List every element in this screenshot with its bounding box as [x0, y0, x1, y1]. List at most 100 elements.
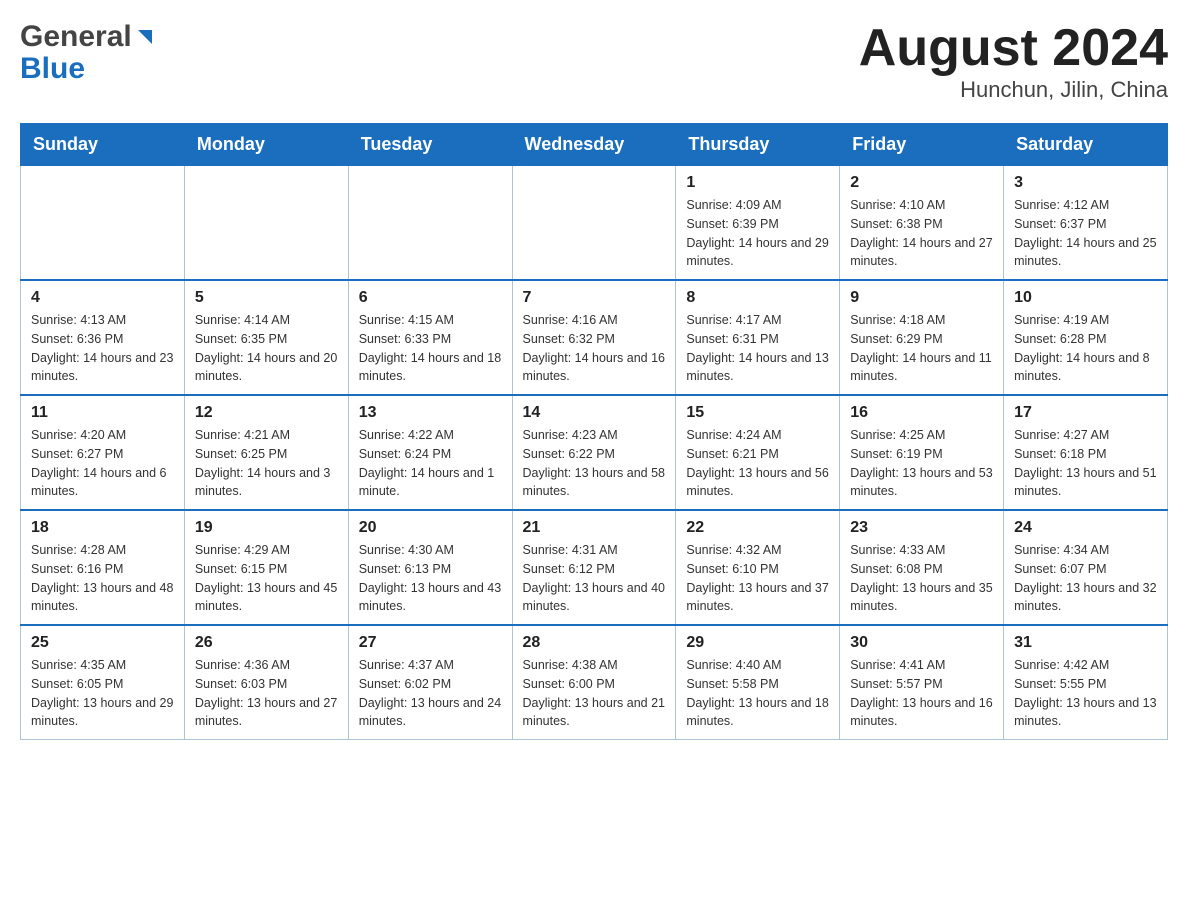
day-info: Sunrise: 4:19 AMSunset: 6:28 PMDaylight:… [1014, 311, 1157, 386]
day-number: 16 [850, 404, 993, 422]
calendar-cell [184, 166, 348, 281]
day-info: Sunrise: 4:38 AMSunset: 6:00 PMDaylight:… [523, 656, 666, 731]
calendar-cell: 11 Sunrise: 4:20 AMSunset: 6:27 PMDayligh… [21, 395, 185, 510]
day-info: Sunrise: 4:42 AMSunset: 5:55 PMDaylight:… [1014, 656, 1157, 731]
day-info: Sunrise: 4:30 AMSunset: 6:13 PMDaylight:… [359, 541, 502, 616]
day-info: Sunrise: 4:32 AMSunset: 6:10 PMDaylight:… [686, 541, 829, 616]
calendar-cell: 17Sunrise: 4:27 AMSunset: 6:18 PMDayligh… [1004, 395, 1168, 510]
day-number: 18 [31, 519, 174, 537]
day-info: Sunrise: 4:14 AMSunset: 6:35 PMDaylight:… [195, 311, 338, 386]
day-number: 1 [686, 174, 829, 192]
weekday-header-wednesday: Wednesday [512, 124, 676, 166]
day-number: 5 [195, 289, 338, 307]
day-number: 30 [850, 634, 993, 652]
title-section: August 2024 Hunchun, Jilin, China [859, 20, 1168, 103]
calendar-week-1: 1Sunrise: 4:09 AMSunset: 6:39 PMDaylight… [21, 166, 1168, 281]
day-number: 21 [523, 519, 666, 537]
calendar-cell: 28 Sunrise: 4:38 AMSunset: 6:00 PMDayligh… [512, 625, 676, 740]
weekday-header-row: SundayMondayTuesdayWednesdayThursdayFrid… [21, 124, 1168, 166]
day-number: 22 [686, 519, 829, 537]
calendar-cell: 24Sunrise: 4:34 AMSunset: 6:07 PMDayligh… [1004, 510, 1168, 625]
logo-triangle-icon [134, 26, 156, 48]
month-title: August 2024 [859, 20, 1168, 77]
calendar-cell: 31 Sunrise: 4:42 AMSunset: 5:55 PMDayligh… [1004, 625, 1168, 740]
day-number: 2 [850, 174, 993, 192]
day-number: 23 [850, 519, 993, 537]
day-info: Sunrise: 4:16 AMSunset: 6:32 PMDaylight:… [523, 311, 666, 386]
calendar-cell: 23 Sunrise: 4:33 AMSunset: 6:08 PMDayligh… [840, 510, 1004, 625]
calendar-cell: 6Sunrise: 4:15 AMSunset: 6:33 PMDaylight… [348, 280, 512, 395]
day-info: Sunrise: 4:31 AMSunset: 6:12 PMDaylight:… [523, 541, 666, 616]
day-number: 7 [523, 289, 666, 307]
day-info: Sunrise: 4:18 AMSunset: 6:29 PMDaylight:… [850, 311, 993, 386]
calendar-cell: 29 Sunrise: 4:40 AMSunset: 5:58 PMDayligh… [676, 625, 840, 740]
day-number: 4 [31, 289, 174, 307]
day-number: 14 [523, 404, 666, 422]
weekday-header-sunday: Sunday [21, 124, 185, 166]
calendar-cell: 9 Sunrise: 4:18 AMSunset: 6:29 PMDaylight… [840, 280, 1004, 395]
weekday-header-tuesday: Tuesday [348, 124, 512, 166]
day-info: Sunrise: 4:25 AMSunset: 6:19 PMDaylight:… [850, 426, 993, 501]
day-number: 19 [195, 519, 338, 537]
calendar-week-5: 25Sunrise: 4:35 AMSunset: 6:05 PMDayligh… [21, 625, 1168, 740]
day-number: 28 [523, 634, 666, 652]
day-number: 25 [31, 634, 174, 652]
weekday-header-friday: Friday [840, 124, 1004, 166]
day-info: Sunrise: 4:33 AMSunset: 6:08 PMDaylight:… [850, 541, 993, 616]
logo: General Blue [20, 20, 156, 84]
weekday-header-monday: Monday [184, 124, 348, 166]
calendar-cell: 4Sunrise: 4:13 AMSunset: 6:36 PMDaylight… [21, 280, 185, 395]
day-number: 31 [1014, 634, 1157, 652]
day-info: Sunrise: 4:41 AMSunset: 5:57 PMDaylight:… [850, 656, 993, 731]
day-info: Sunrise: 4:10 AMSunset: 6:38 PMDaylight:… [850, 196, 993, 271]
logo-general-text: General [20, 20, 132, 54]
day-number: 27 [359, 634, 502, 652]
calendar-cell: 2 Sunrise: 4:10 AMSunset: 6:38 PMDaylight… [840, 166, 1004, 281]
day-info: Sunrise: 4:12 AMSunset: 6:37 PMDaylight:… [1014, 196, 1157, 271]
location: Hunchun, Jilin, China [859, 77, 1168, 103]
day-info: Sunrise: 4:36 AMSunset: 6:03 PMDaylight:… [195, 656, 338, 731]
calendar-cell [512, 166, 676, 281]
day-info: Sunrise: 4:17 AMSunset: 6:31 PMDaylight:… [686, 311, 829, 386]
calendar-cell [348, 166, 512, 281]
calendar-cell: 10 Sunrise: 4:19 AMSunset: 6:28 PMDayligh… [1004, 280, 1168, 395]
calendar-cell: 22 Sunrise: 4:32 AMSunset: 6:10 PMDayligh… [676, 510, 840, 625]
day-info: Sunrise: 4:21 AMSunset: 6:25 PMDaylight:… [195, 426, 338, 501]
day-info: Sunrise: 4:29 AMSunset: 6:15 PMDaylight:… [195, 541, 338, 616]
day-number: 29 [686, 634, 829, 652]
day-number: 26 [195, 634, 338, 652]
calendar-cell [21, 166, 185, 281]
day-info: Sunrise: 4:37 AMSunset: 6:02 PMDaylight:… [359, 656, 502, 731]
day-info: Sunrise: 4:20 AMSunset: 6:27 PMDaylight:… [31, 426, 174, 501]
calendar-cell: 16 Sunrise: 4:25 AMSunset: 6:19 PMDayligh… [840, 395, 1004, 510]
day-number: 9 [850, 289, 993, 307]
day-info: Sunrise: 4:34 AMSunset: 6:07 PMDaylight:… [1014, 541, 1157, 616]
calendar-table: SundayMondayTuesdayWednesdayThursdayFrid… [20, 123, 1168, 740]
day-info: Sunrise: 4:22 AMSunset: 6:24 PMDaylight:… [359, 426, 502, 501]
calendar-cell: 3 Sunrise: 4:12 AMSunset: 6:37 PMDaylight… [1004, 166, 1168, 281]
calendar-cell: 14Sunrise: 4:23 AMSunset: 6:22 PMDayligh… [512, 395, 676, 510]
page-header: General Blue August 2024 Hunchun, Jilin,… [20, 20, 1168, 103]
calendar-week-4: 18Sunrise: 4:28 AMSunset: 6:16 PMDayligh… [21, 510, 1168, 625]
day-number: 3 [1014, 174, 1157, 192]
day-info: Sunrise: 4:40 AMSunset: 5:58 PMDaylight:… [686, 656, 829, 731]
day-info: Sunrise: 4:24 AMSunset: 6:21 PMDaylight:… [686, 426, 829, 501]
calendar-cell: 1Sunrise: 4:09 AMSunset: 6:39 PMDaylight… [676, 166, 840, 281]
calendar-week-3: 11 Sunrise: 4:20 AMSunset: 6:27 PMDayligh… [21, 395, 1168, 510]
day-number: 12 [195, 404, 338, 422]
calendar-week-2: 4Sunrise: 4:13 AMSunset: 6:36 PMDaylight… [21, 280, 1168, 395]
day-number: 6 [359, 289, 502, 307]
calendar-cell: 19 Sunrise: 4:29 AMSunset: 6:15 PMDayligh… [184, 510, 348, 625]
day-number: 20 [359, 519, 502, 537]
calendar-cell: 5 Sunrise: 4:14 AMSunset: 6:35 PMDaylight… [184, 280, 348, 395]
calendar-cell: 18Sunrise: 4:28 AMSunset: 6:16 PMDayligh… [21, 510, 185, 625]
calendar-cell: 8Sunrise: 4:17 AMSunset: 6:31 PMDaylight… [676, 280, 840, 395]
calendar-cell: 7 Sunrise: 4:16 AMSunset: 6:32 PMDaylight… [512, 280, 676, 395]
day-number: 10 [1014, 289, 1157, 307]
logo-blue-text: Blue [20, 54, 85, 84]
day-number: 15 [686, 404, 829, 422]
day-info: Sunrise: 4:27 AMSunset: 6:18 PMDaylight:… [1014, 426, 1157, 501]
calendar-cell: 15 Sunrise: 4:24 AMSunset: 6:21 PMDayligh… [676, 395, 840, 510]
weekday-header-saturday: Saturday [1004, 124, 1168, 166]
day-number: 11 [31, 404, 174, 422]
